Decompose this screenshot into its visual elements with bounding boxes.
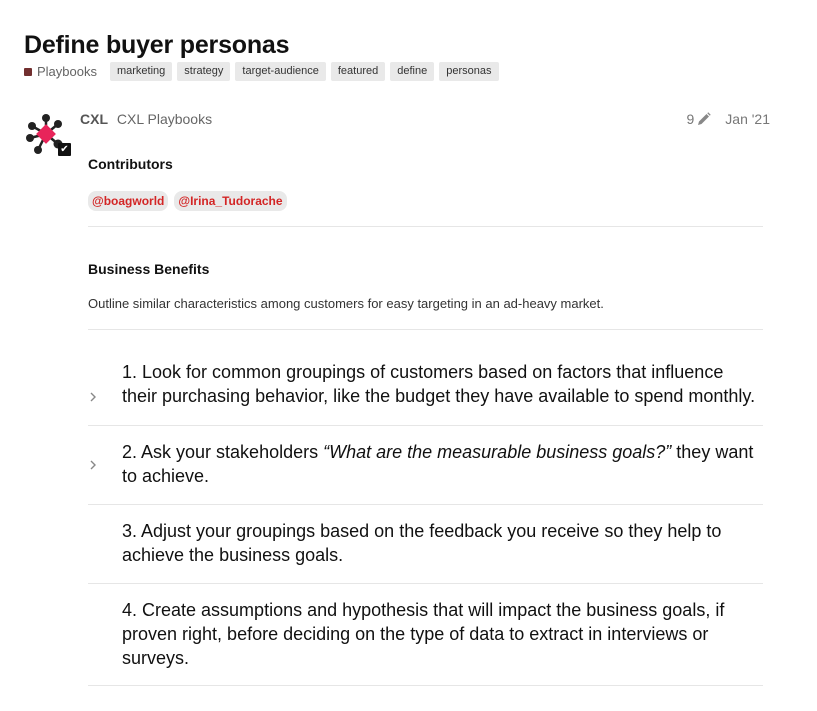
step-quote: “What are the measurable business goals?…	[323, 442, 672, 462]
post-author: CXL CXL Playbooks	[80, 111, 212, 127]
step-text: 2. Ask your stakeholders	[122, 442, 324, 462]
step-text: 3. Adjust your groupings based on the fe…	[122, 521, 722, 565]
step-text: 1. Look for common groupings of customer…	[122, 362, 756, 406]
step-item-2[interactable]: 2. Ask your stakeholders “What are the m…	[88, 440, 763, 488]
tag-strategy[interactable]: strategy	[177, 62, 231, 81]
tag-define[interactable]: define	[390, 62, 435, 81]
tag-marketing[interactable]: marketing	[109, 62, 173, 81]
edit-history-button[interactable]: 9	[686, 111, 711, 127]
category-label: Playbooks	[37, 64, 97, 79]
category-badge[interactable]: Playbooks	[24, 64, 97, 79]
topic-title: Define buyer personas	[24, 31, 290, 59]
tag-featured[interactable]: featured	[330, 62, 386, 81]
check-badge-icon: ✔	[58, 143, 71, 156]
tag-personas[interactable]: personas	[439, 62, 499, 81]
tag-target-audience[interactable]: target-audience	[235, 62, 326, 81]
chevron-right-icon[interactable]	[88, 458, 98, 472]
divider	[88, 425, 763, 426]
divider	[88, 329, 763, 330]
mention-link[interactable]: @Irina_Tudorache	[174, 191, 287, 211]
post-content: Contributors @boagworld @Irina_Tudorache…	[88, 156, 763, 686]
step-item-4: 4. Create assumptions and hypothesis tha…	[88, 598, 763, 670]
step-item-3: 3. Adjust your groupings based on the fe…	[88, 519, 763, 567]
business-benefits-heading: Business Benefits	[88, 261, 210, 277]
topic-meta: Playbooks marketing strategy target-audi…	[24, 62, 499, 81]
divider	[88, 583, 763, 584]
post-meta: 9 Jan '21	[686, 111, 770, 127]
category-color-swatch	[24, 67, 32, 76]
contributors-heading: Contributors	[88, 156, 173, 172]
business-benefits-description: Outline similar characteristics among cu…	[88, 296, 604, 311]
post-date[interactable]: Jan '21	[725, 111, 770, 127]
divider	[88, 685, 763, 686]
mention-link[interactable]: @boagworld	[88, 191, 169, 211]
edit-count: 9	[686, 111, 695, 127]
pencil-icon	[698, 112, 711, 125]
step-item-1[interactable]: 1. Look for common groupings of customer…	[88, 360, 763, 408]
author-full-name: CXL Playbooks	[116, 111, 213, 127]
step-text: 4. Create assumptions and hypothesis tha…	[122, 600, 725, 668]
avatar[interactable]: ✔	[24, 112, 74, 160]
chevron-right-icon[interactable]	[88, 390, 98, 404]
contributors-list: @boagworld @Irina_Tudorache	[88, 191, 763, 211]
author-username[interactable]: CXL	[80, 111, 108, 127]
divider	[88, 226, 763, 227]
divider	[88, 504, 763, 505]
